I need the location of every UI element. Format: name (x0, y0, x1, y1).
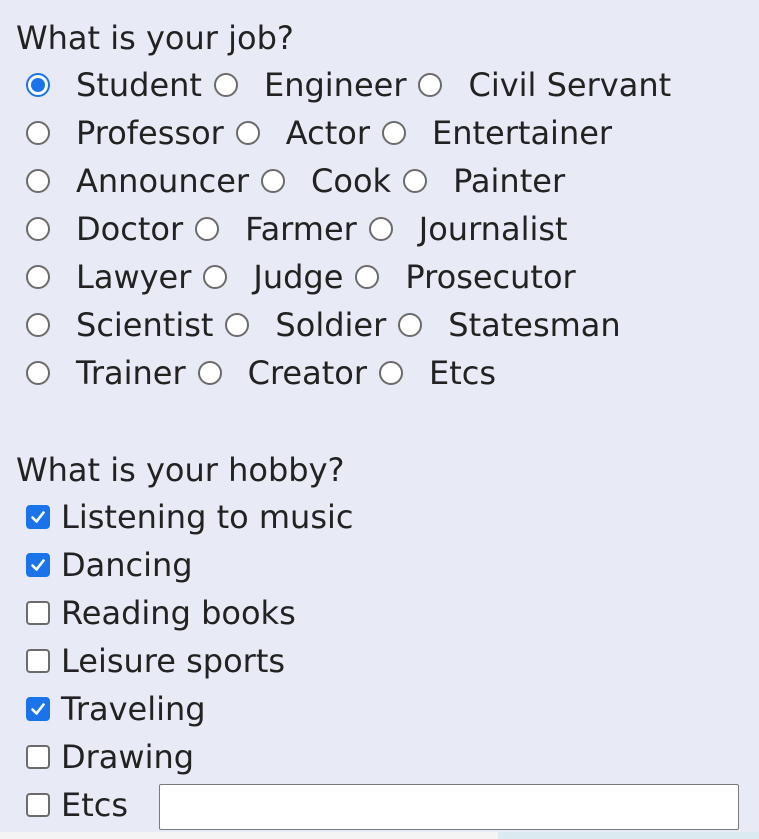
job-radio-journalist[interactable] (368, 217, 393, 241)
job-option-engineer[interactable]: Engineer (213, 65, 407, 105)
job-question: What is your job? (16, 19, 294, 57)
hobby-option-label: Traveling (61, 690, 206, 728)
job-option-lawyer[interactable]: Lawyer (26, 257, 191, 297)
hobby-option-etcs[interactable]: Etcs (26, 781, 128, 829)
job-row: Doctor Farmer Journalist (26, 205, 580, 253)
job-radio-entertainer[interactable] (382, 121, 406, 145)
job-option-label: Prosecutor (405, 258, 576, 296)
job-option-label: Student (76, 66, 202, 104)
job-radio-civil-servant[interactable] (418, 73, 443, 97)
job-option-label: Cook (311, 162, 392, 200)
job-radio-painter[interactable] (403, 169, 428, 193)
job-option-label: Scientist (76, 306, 214, 344)
job-row: Professor Actor Entertainer (26, 109, 624, 157)
hobby-checkbox-etcs[interactable] (26, 793, 50, 817)
job-option-judge[interactable]: Judge (203, 257, 343, 297)
job-option-label: Soldier (275, 306, 387, 344)
job-option-label: Civil Servant (468, 66, 672, 104)
job-radio-trainer[interactable] (26, 361, 50, 385)
job-radio-soldier[interactable] (225, 313, 250, 337)
job-option-label: Professor (76, 114, 224, 152)
job-option-label: Engineer (263, 66, 407, 104)
job-option-doctor[interactable]: Doctor (26, 209, 183, 249)
job-option-scientist[interactable]: Scientist (26, 305, 213, 345)
job-radio-announcer[interactable] (26, 169, 50, 193)
job-option-label: Judge (253, 258, 344, 296)
hobby-checkbox-traveling[interactable] (26, 697, 50, 721)
job-row: Lawyer Judge Prosecutor (26, 253, 588, 301)
hobby-option-dancing[interactable]: Dancing (26, 541, 193, 589)
job-option-label: Actor (285, 114, 370, 152)
job-radio-student[interactable] (26, 73, 50, 97)
hobby-etc-input[interactable] (159, 784, 739, 830)
job-radio-prosecutor[interactable] (355, 265, 380, 289)
job-option-creator[interactable]: Creator (197, 353, 367, 393)
hobby-checkbox-reading-books[interactable] (26, 601, 50, 625)
job-radio-cook[interactable] (261, 169, 286, 193)
job-option-journalist[interactable]: Journalist (368, 209, 568, 249)
job-row: Scientist Soldier Statesman (26, 301, 633, 349)
hobby-option-label: Leisure sports (61, 642, 286, 680)
hobby-option-drawing[interactable]: Drawing (26, 733, 194, 781)
bottom-strip-right (498, 832, 759, 839)
hobby-option-label: Dancing (61, 546, 193, 584)
hobby-option-listening-to-music[interactable]: Listening to music (26, 493, 353, 541)
job-row: Student Engineer Civil Servant (26, 61, 683, 109)
job-option-actor[interactable]: Actor (235, 113, 370, 153)
job-radio-actor[interactable] (235, 121, 260, 145)
job-option-label: Painter (453, 162, 566, 200)
job-option-label: Statesman (448, 306, 621, 344)
job-option-student[interactable]: Student (26, 65, 202, 105)
job-row: Announcer Cook Painter (26, 157, 577, 205)
job-radio-professor[interactable] (26, 121, 50, 145)
job-radio-etcs[interactable] (379, 361, 403, 385)
job-radio-scientist[interactable] (26, 313, 50, 337)
hobby-option-traveling[interactable]: Traveling (26, 685, 206, 733)
job-option-entertainer[interactable]: Entertainer (382, 113, 612, 153)
job-option-prosecutor[interactable]: Prosecutor (355, 257, 576, 297)
job-option-statesman[interactable]: Statesman (398, 305, 621, 345)
job-radio-statesman[interactable] (398, 313, 423, 337)
job-option-painter[interactable]: Painter (403, 161, 565, 201)
check-icon (31, 559, 45, 571)
job-radio-lawyer[interactable] (26, 265, 50, 289)
job-option-label: Trainer (76, 354, 186, 392)
hobby-option-label: Etcs (61, 786, 129, 824)
hobby-option-leisure-sports[interactable]: Leisure sports (26, 637, 285, 685)
job-option-label: Journalist (418, 210, 568, 248)
job-radio-engineer[interactable] (213, 73, 238, 97)
job-option-soldier[interactable]: Soldier (225, 305, 386, 345)
job-option-etcs[interactable]: Etcs (379, 353, 496, 393)
hobby-option-reading-books[interactable]: Reading books (26, 589, 296, 637)
check-icon (31, 511, 45, 523)
job-option-farmer[interactable]: Farmer (195, 209, 357, 249)
job-radio-doctor[interactable] (26, 217, 50, 241)
job-option-announcer[interactable]: Announcer (26, 161, 249, 201)
job-radio-farmer[interactable] (195, 217, 220, 241)
hobby-checkbox-listening-to-music[interactable] (26, 505, 50, 529)
job-option-label: Lawyer (76, 258, 192, 296)
hobby-option-label: Listening to music (61, 498, 354, 536)
job-option-label: Creator (247, 354, 367, 392)
bottom-strip (0, 832, 759, 839)
hobby-question: What is your hobby? (16, 451, 345, 489)
job-option-label: Farmer (245, 210, 357, 248)
hobby-checkbox-leisure-sports[interactable] (26, 649, 50, 673)
job-option-label: Entertainer (432, 114, 613, 152)
job-option-label: Doctor (76, 210, 184, 248)
hobby-option-label: Reading books (61, 594, 296, 632)
job-option-cook[interactable]: Cook (261, 161, 391, 201)
hobby-option-label: Drawing (61, 738, 195, 776)
hobby-checkbox-dancing[interactable] (26, 553, 50, 577)
job-option-civil-servant[interactable]: Civil Servant (418, 65, 671, 105)
hobby-checkbox-drawing[interactable] (26, 745, 50, 769)
job-radio-creator[interactable] (197, 361, 222, 385)
job-option-trainer[interactable]: Trainer (26, 353, 186, 393)
job-row: Trainer Creator Etcs (26, 349, 508, 397)
job-option-professor[interactable]: Professor (26, 113, 224, 153)
job-radio-judge[interactable] (203, 265, 228, 289)
job-option-label: Etcs (429, 354, 497, 392)
job-option-label: Announcer (76, 162, 250, 200)
check-icon (31, 703, 45, 715)
